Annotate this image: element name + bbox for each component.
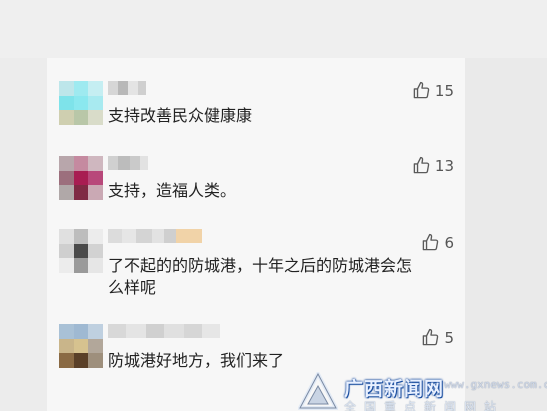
nickname-blurred[interactable]	[108, 156, 148, 170]
like-button[interactable]: 5	[421, 328, 454, 347]
top-band	[0, 0, 547, 58]
nickname-blurred[interactable]	[108, 324, 220, 338]
watermark-url: www.gxnews.com.cn	[444, 378, 547, 391]
comment-text: 支持，造福人类。	[108, 181, 237, 200]
watermark-subtitle: 全国重点新闻网站	[344, 400, 505, 411]
comment-item: 支持改善民众健康康 15	[59, 81, 454, 125]
comment-text: 支持改善民众健康康	[108, 106, 253, 125]
like-button[interactable]: 15	[412, 81, 454, 100]
right-margin	[465, 58, 547, 411]
like-button[interactable]: 13	[412, 156, 454, 175]
avatar[interactable]	[59, 324, 103, 368]
like-count: 15	[434, 81, 454, 100]
like-button[interactable]: 6	[421, 233, 454, 252]
comment-item: 了不起的的防城港，十年之后的防城港会怎 么样呢 6	[59, 229, 454, 299]
thumbs-up-icon	[423, 328, 439, 346]
thumbs-up-icon	[413, 156, 430, 174]
comment-text: 防城港好地方，我们来了	[108, 351, 285, 370]
avatar[interactable]	[59, 156, 103, 200]
watermark-name: 广西新闻网	[344, 378, 445, 400]
like-count: 5	[444, 328, 454, 347]
avatar[interactable]	[59, 81, 103, 125]
comment-text-line1: 了不起的的防城港，十年之后的防城港会怎	[108, 256, 413, 275]
nickname-blurred[interactable]	[108, 81, 146, 95]
like-count: 6	[444, 233, 454, 252]
comment-item: 防城港好地方，我们来了 5	[59, 324, 454, 370]
thumbs-up-icon	[423, 233, 439, 251]
nickname-blurred[interactable]	[108, 229, 202, 243]
comment-item: 支持，造福人类。 13	[59, 156, 454, 200]
gxnews-watermark: 广西新闻网 www.gxnews.com.cn 全国重点新闻网站	[298, 372, 547, 411]
like-count: 13	[434, 156, 454, 175]
thumbs-up-icon	[413, 81, 430, 99]
comment-text-line2: 么样呢	[108, 278, 157, 297]
avatar[interactable]	[59, 229, 103, 273]
gxnews-logo-icon	[298, 372, 338, 410]
